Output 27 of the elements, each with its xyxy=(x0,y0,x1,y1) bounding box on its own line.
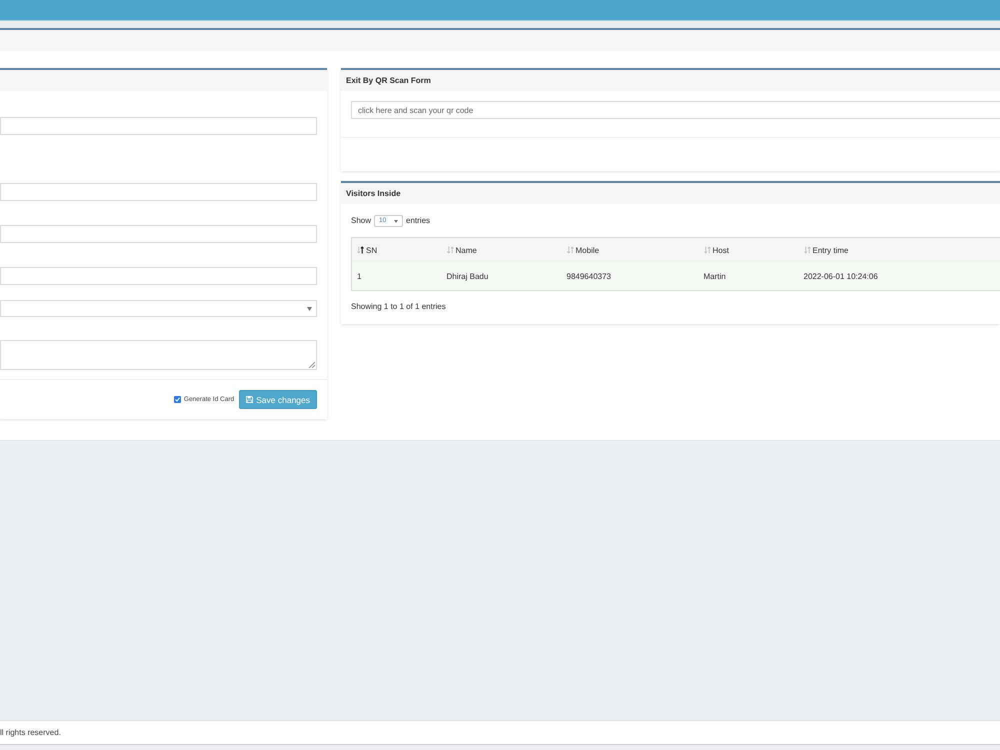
textarea-field[interactable] xyxy=(0,340,317,370)
column-header[interactable]: SN xyxy=(352,238,442,262)
column-header[interactable]: Host xyxy=(698,238,798,262)
column-header[interactable]: Name xyxy=(442,238,562,262)
text-input-field[interactable] xyxy=(0,225,317,243)
entries-label: entries xyxy=(406,216,430,225)
table-cell: 1 xyxy=(352,262,442,290)
panel-title: Exit By QR Scan Form xyxy=(346,76,431,85)
table-info-text: Showing 1 to 1 of 1 entries xyxy=(351,301,447,313)
caret-icon xyxy=(307,307,312,311)
panel-title: Visitors Inside xyxy=(346,189,401,198)
footer-text: ll rights reserved. xyxy=(0,728,61,737)
table-cell: Martin xyxy=(698,262,798,290)
text-input-field[interactable] xyxy=(0,117,317,135)
column-header[interactable]: Mobile xyxy=(562,238,698,262)
show-label: Show xyxy=(351,216,372,225)
table-cell: Dhiraj Badu xyxy=(442,262,562,290)
select-field[interactable] xyxy=(0,300,317,317)
caret-icon xyxy=(394,220,398,222)
column-header[interactable]: Entry time xyxy=(798,238,1000,262)
resize-grip-icon xyxy=(308,361,315,368)
text-input-field[interactable] xyxy=(0,267,317,285)
text-input-field[interactable] xyxy=(0,183,317,201)
table-cell: 2022-06-01 10:24:06 xyxy=(798,262,1000,290)
table-cell: 9849640373 xyxy=(562,262,698,290)
checkbox[interactable] xyxy=(174,396,181,403)
qr-scan-input-field[interactable]: click here and scan your qr code xyxy=(351,101,1000,119)
